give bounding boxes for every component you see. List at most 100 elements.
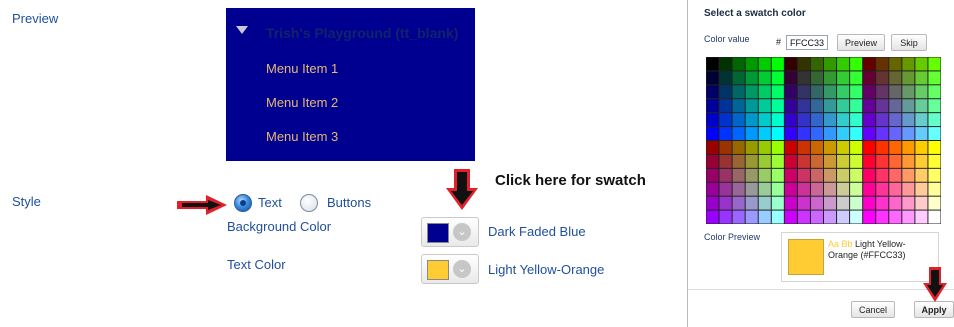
swatch-cell[interactable] xyxy=(706,210,719,224)
swatch-cell[interactable] xyxy=(876,71,889,85)
swatch-cell[interactable] xyxy=(732,127,745,140)
swatch-cell[interactable] xyxy=(850,113,863,127)
swatch-cell[interactable] xyxy=(902,57,915,71)
swatch-cell[interactable] xyxy=(758,99,771,113)
swatch-cell[interactable] xyxy=(758,71,771,85)
swatch-cell[interactable] xyxy=(810,57,823,71)
swatch-cell[interactable] xyxy=(797,99,810,113)
swatch-cell[interactable] xyxy=(706,57,719,71)
swatch-cell[interactable] xyxy=(928,85,941,99)
swatch-cell[interactable] xyxy=(732,196,745,210)
swatch-cell[interactable] xyxy=(928,71,941,85)
swatch-cell[interactable] xyxy=(745,196,758,210)
swatch-cell[interactable] xyxy=(889,182,902,196)
swatch-cell[interactable] xyxy=(889,85,902,99)
swatch-cell[interactable] xyxy=(784,210,797,224)
swatch-cell[interactable] xyxy=(837,127,850,140)
swatch-cell[interactable] xyxy=(758,182,771,196)
swatch-cell[interactable] xyxy=(784,154,797,168)
hex-value-input[interactable]: FFCC33 xyxy=(786,35,828,50)
swatch-cell[interactable] xyxy=(771,57,784,71)
swatch-cell[interactable] xyxy=(889,210,902,224)
swatch-cell[interactable] xyxy=(876,196,889,210)
swatch-cell[interactable] xyxy=(719,154,732,168)
swatch-cell[interactable] xyxy=(797,57,810,71)
swatch-cell[interactable] xyxy=(771,182,784,196)
swatch-cell[interactable] xyxy=(837,182,850,196)
swatch-cell[interactable] xyxy=(837,141,850,154)
swatch-cell[interactable] xyxy=(850,85,863,99)
swatch-cell[interactable] xyxy=(810,127,823,140)
swatch-cell[interactable] xyxy=(889,127,902,140)
swatch-cell[interactable] xyxy=(863,71,876,85)
swatch-cell[interactable] xyxy=(850,168,863,182)
swatch-cell[interactable] xyxy=(771,113,784,127)
swatch-cell[interactable] xyxy=(732,85,745,99)
swatch-cell[interactable] xyxy=(915,154,928,168)
swatch-cell[interactable] xyxy=(745,113,758,127)
swatch-cell[interactable] xyxy=(915,57,928,71)
swatch-cell[interactable] xyxy=(758,168,771,182)
swatch-cell[interactable] xyxy=(745,154,758,168)
swatch-cell[interactable] xyxy=(902,71,915,85)
swatch-cell[interactable] xyxy=(876,85,889,99)
swatch-cell[interactable] xyxy=(771,210,784,224)
swatch-cell[interactable] xyxy=(863,154,876,168)
swatch-cell[interactable] xyxy=(745,57,758,71)
swatch-cell[interactable] xyxy=(810,182,823,196)
swatch-cell[interactable] xyxy=(889,57,902,71)
swatch-cell[interactable] xyxy=(824,71,837,85)
swatch-cell[interactable] xyxy=(915,141,928,154)
swatch-cell[interactable] xyxy=(824,127,837,140)
swatch-cell[interactable] xyxy=(719,210,732,224)
swatch-cell[interactable] xyxy=(810,154,823,168)
swatch-cell[interactable] xyxy=(837,196,850,210)
swatch-cell[interactable] xyxy=(824,210,837,224)
swatch-cell[interactable] xyxy=(758,85,771,99)
swatch-cell[interactable] xyxy=(732,99,745,113)
swatch-cell[interactable] xyxy=(889,154,902,168)
swatch-cell[interactable] xyxy=(706,127,719,140)
swatch-cell[interactable] xyxy=(771,127,784,140)
swatch-cell[interactable] xyxy=(771,196,784,210)
swatch-cell[interactable] xyxy=(902,182,915,196)
swatch-cell[interactable] xyxy=(915,196,928,210)
swatch-cell[interactable] xyxy=(706,168,719,182)
swatch-cell[interactable] xyxy=(850,182,863,196)
swatch-cell[interactable] xyxy=(876,182,889,196)
swatch-cell[interactable] xyxy=(928,196,941,210)
swatch-cell[interactable] xyxy=(719,141,732,154)
swatch-cell[interactable] xyxy=(863,85,876,99)
swatch-cell[interactable] xyxy=(732,182,745,196)
swatch-cell[interactable] xyxy=(902,141,915,154)
preview-button[interactable]: Preview xyxy=(837,34,885,51)
swatch-cell[interactable] xyxy=(928,113,941,127)
swatch-cell[interactable] xyxy=(876,210,889,224)
swatch-cell[interactable] xyxy=(771,154,784,168)
swatch-cell[interactable] xyxy=(876,141,889,154)
swatch-cell[interactable] xyxy=(784,99,797,113)
swatch-cell[interactable] xyxy=(810,99,823,113)
swatch-cell[interactable] xyxy=(850,57,863,71)
swatch-cell[interactable] xyxy=(771,99,784,113)
swatch-cell[interactable] xyxy=(850,71,863,85)
swatch-cell[interactable] xyxy=(837,154,850,168)
swatch-cell[interactable] xyxy=(915,85,928,99)
swatch-cell[interactable] xyxy=(928,141,941,154)
swatch-cell[interactable] xyxy=(824,182,837,196)
swatch-cell[interactable] xyxy=(863,182,876,196)
swatch-cell[interactable] xyxy=(758,127,771,140)
background-color-swatch-button[interactable]: ⌄ xyxy=(421,217,479,247)
swatch-cell[interactable] xyxy=(732,154,745,168)
swatch-cell[interactable] xyxy=(824,168,837,182)
swatch-cell[interactable] xyxy=(797,210,810,224)
swatch-cell[interactable] xyxy=(797,127,810,140)
swatch-cell[interactable] xyxy=(876,154,889,168)
swatch-cell[interactable] xyxy=(758,210,771,224)
swatch-cell[interactable] xyxy=(863,168,876,182)
swatch-cell[interactable] xyxy=(837,71,850,85)
swatch-cell[interactable] xyxy=(863,113,876,127)
swatch-cell[interactable] xyxy=(745,210,758,224)
swatch-cell[interactable] xyxy=(758,196,771,210)
swatch-cell[interactable] xyxy=(732,113,745,127)
